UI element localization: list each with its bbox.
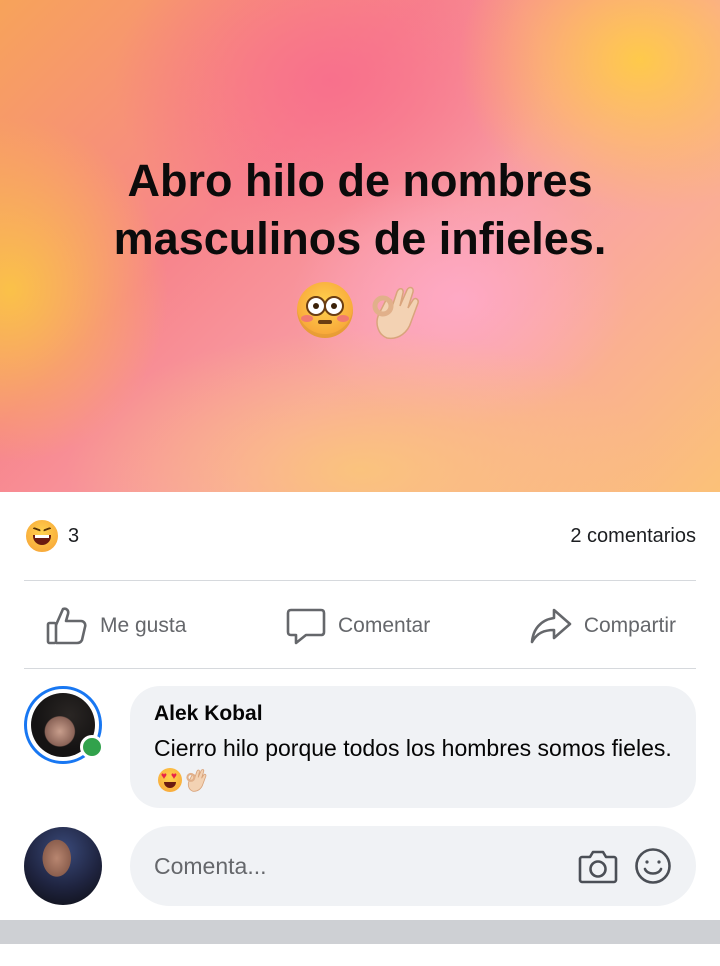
haha-reaction-icon: [24, 518, 60, 554]
reaction-count: 3: [68, 524, 80, 547]
heart-eyes-emoji-icon: ♥ ♥: [158, 768, 182, 792]
ok-hand-emoji-icon: [367, 282, 423, 342]
comment-bubble[interactable]: Alek Kobal Cierro hilo porque todos los …: [130, 686, 696, 808]
flushed-face-emoji-icon: [297, 282, 353, 338]
ok-hand-emoji-icon: [186, 769, 207, 792]
my-avatar[interactable]: [24, 827, 102, 905]
like-label: Me gusta: [100, 614, 187, 637]
share-arrow-icon: [530, 608, 572, 644]
emoji-icon[interactable]: [634, 847, 672, 885]
divider: [24, 668, 696, 669]
comment-author[interactable]: Alek Kobal: [154, 702, 672, 726]
speech-bubble-icon: [286, 608, 326, 645]
post-actions: Me gusta Comentar Compartir: [24, 584, 696, 668]
comments-count-link[interactable]: 2 comentarios: [570, 525, 696, 548]
bottom-separator: [0, 920, 720, 944]
post-stats: 3 2 comentarios: [24, 514, 696, 558]
reactions-summary[interactable]: 3: [24, 518, 79, 554]
comment-button[interactable]: Comentar: [286, 606, 430, 646]
thumbs-up-icon: [46, 607, 87, 645]
comment-input-placeholder: Comenta...: [154, 852, 267, 879]
post-text: Abro hilo de nombres masculinos de infie…: [113, 155, 607, 264]
comment-emojis: ♥ ♥: [158, 767, 208, 793]
comment-composer: Comenta...: [24, 826, 696, 906]
camera-icon[interactable]: [578, 848, 618, 884]
online-status-icon: [80, 735, 104, 759]
commenter-avatar[interactable]: [24, 686, 104, 764]
comment-text: Cierro hilo porque todos los hombres som…: [154, 732, 672, 796]
post-emojis: [0, 282, 720, 342]
comment: Alek Kobal Cierro hilo porque todos los …: [24, 686, 696, 808]
comment-input[interactable]: Comenta...: [130, 826, 696, 906]
divider: [24, 580, 696, 581]
like-button[interactable]: Me gusta: [46, 606, 186, 646]
comment-body: Cierro hilo porque todos los hombres som…: [154, 735, 672, 761]
composer-icons: [578, 847, 672, 885]
comment-label: Comentar: [338, 614, 431, 637]
share-label: Compartir: [583, 614, 676, 637]
share-button[interactable]: Compartir: [530, 606, 676, 646]
